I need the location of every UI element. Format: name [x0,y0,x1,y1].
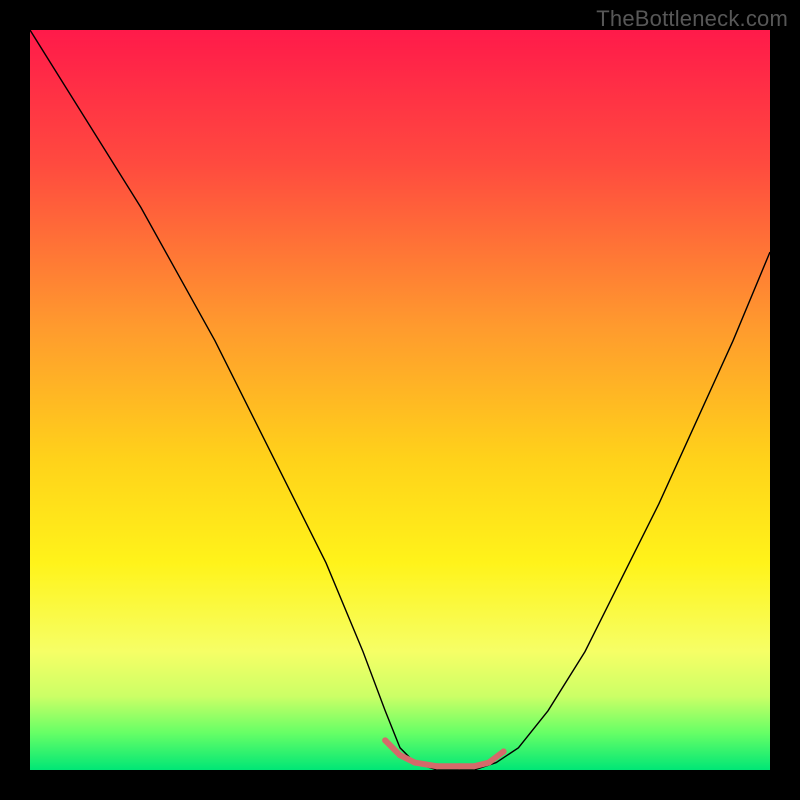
highlight-dot [501,749,507,755]
highlight-dot [434,763,440,769]
highlight-dot [456,763,462,769]
chart-background [30,30,770,770]
highlight-dot [486,760,492,766]
chart-frame [30,30,770,770]
highlight-dot [412,760,418,766]
highlight-dot [397,752,403,758]
highlight-dot [382,737,388,743]
watermark-text: TheBottleneck.com [596,6,788,32]
chart-svg [30,30,770,770]
highlight-dot [471,763,477,769]
